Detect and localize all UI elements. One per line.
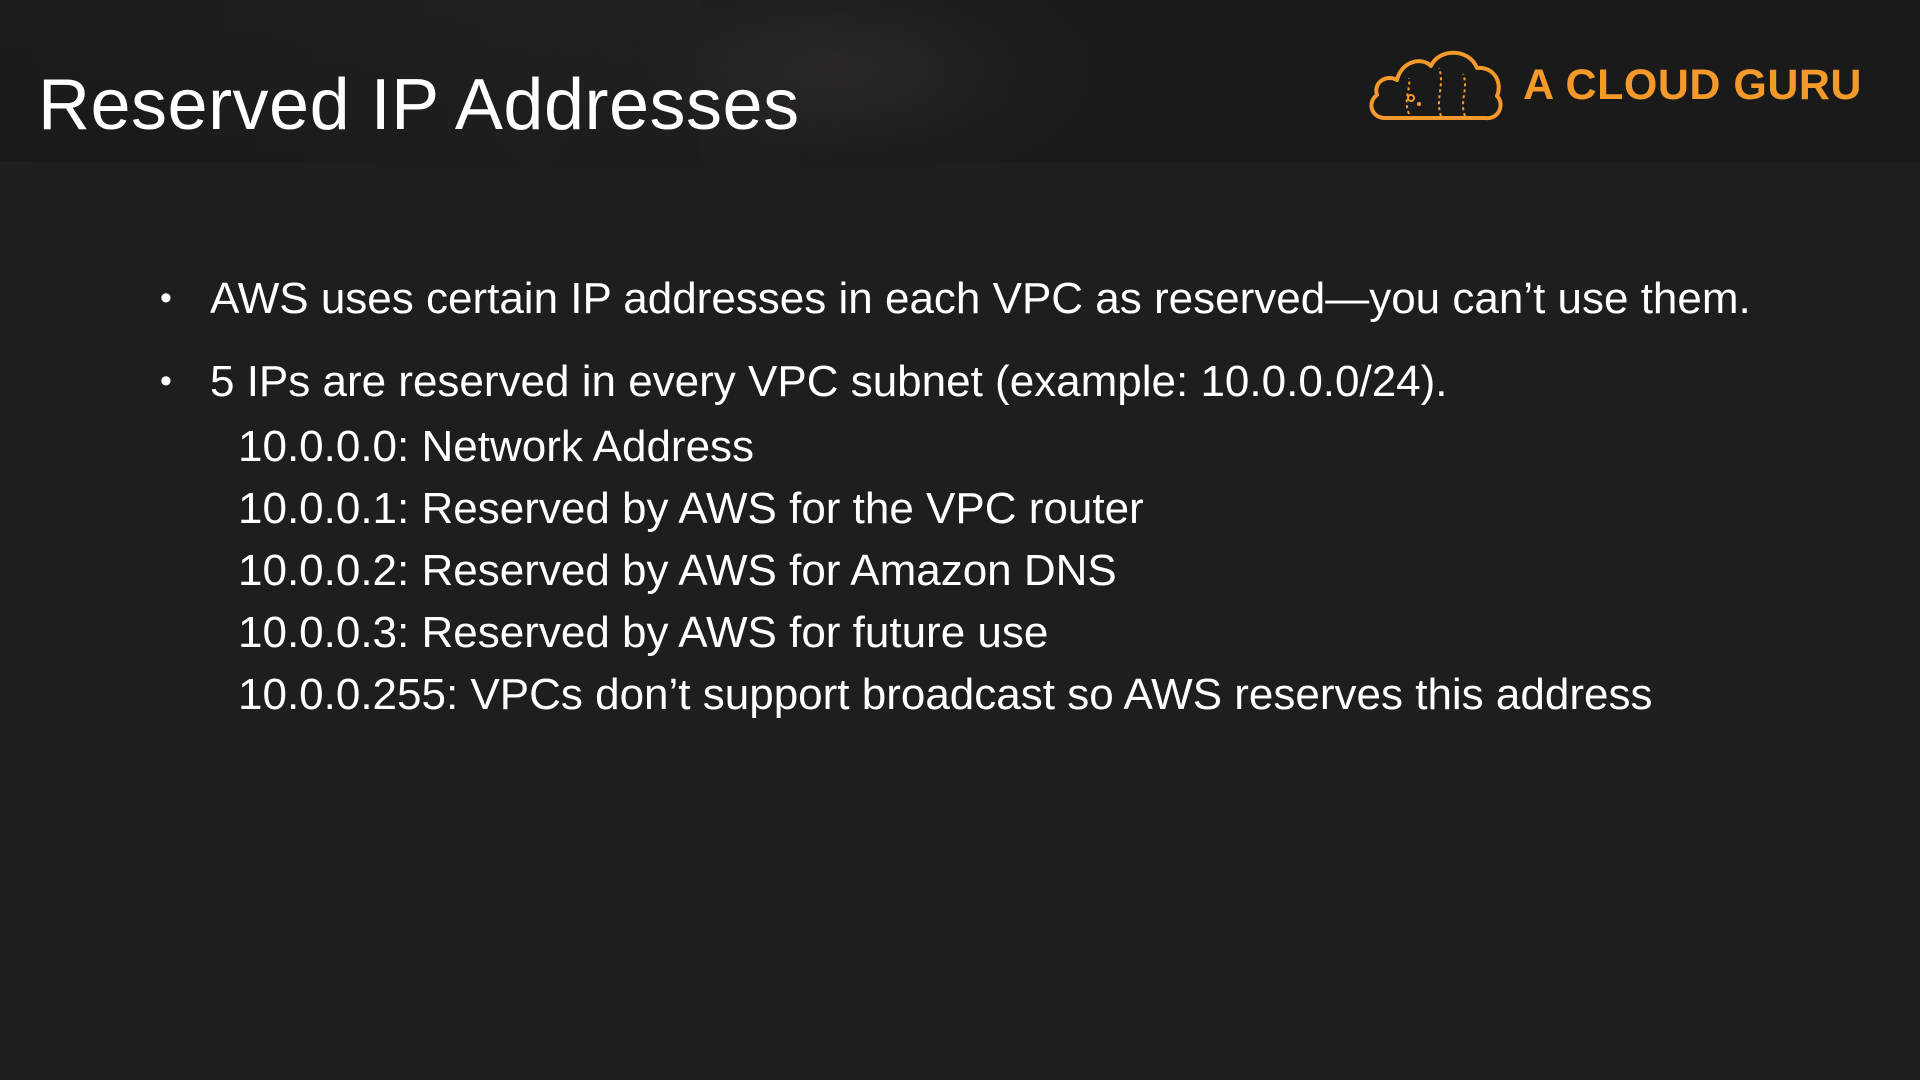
- reserved-ip-list: 10.0.0.0: Network Address 10.0.0.1: Rese…: [238, 416, 1798, 726]
- brand: A CLOUD GURU: [1365, 40, 1862, 130]
- reserved-ip-item: 10.0.0.3: Reserved by AWS for future use: [238, 608, 1049, 657]
- cloud-logo-icon: [1369, 50, 1503, 121]
- reserved-ip-item: 10.0.0.1: Reserved by AWS for the VPC ro…: [238, 484, 1144, 533]
- page-title: Reserved IP Addresses: [38, 65, 800, 145]
- slide: Reserved IP Addresses A CLOUD GURU • AWS…: [0, 0, 1920, 1080]
- bullet-text: AWS uses certain IP addresses in each VP…: [210, 274, 1751, 323]
- brand-name: A CLOUD GURU: [1523, 60, 1862, 109]
- bullet-text: 5 IPs are reserved in every VPC subnet (…: [210, 357, 1448, 406]
- bullet-item: • AWS uses certain IP addresses in each …: [158, 270, 1798, 327]
- slide-header: Reserved IP Addresses A CLOUD GURU: [0, 0, 1920, 162]
- reserved-ip-item: 10.0.0.0: Network Address: [238, 422, 755, 471]
- bullet-list: • AWS uses certain IP addresses in each …: [158, 270, 1798, 752]
- bullet-dot-icon: •: [160, 362, 172, 400]
- bullet-item: • 5 IPs are reserved in every VPC subnet…: [158, 353, 1798, 726]
- slide-content: • AWS uses certain IP addresses in each …: [0, 162, 1920, 1080]
- bullet-dot-icon: •: [160, 279, 172, 317]
- reserved-ip-item: 10.0.0.2: Reserved by AWS for Amazon DNS: [238, 546, 1117, 595]
- reserved-ip-item: 10.0.0.255: VPCs don’t support broadcast…: [238, 670, 1653, 719]
